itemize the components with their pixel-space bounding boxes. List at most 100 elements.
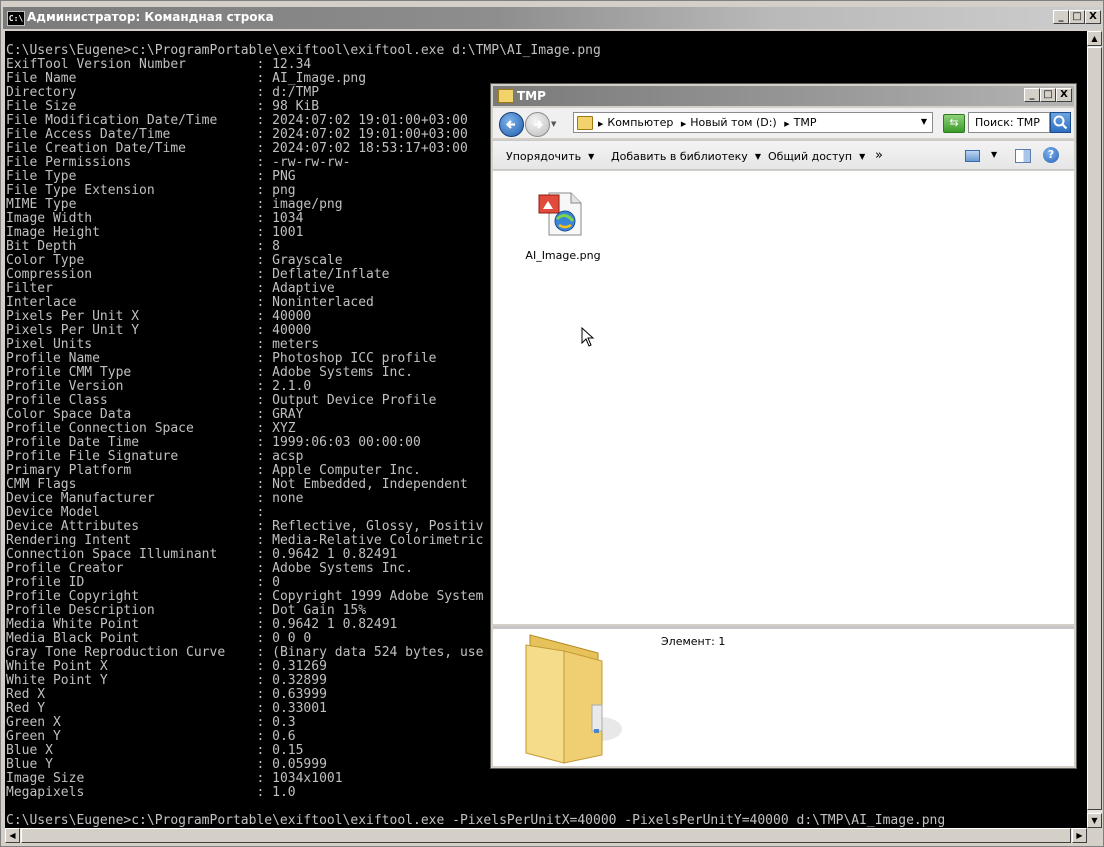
refresh-icon: ⇆ [949,116,959,129]
vertical-scroll-thumb[interactable] [1087,47,1102,810]
exif-key: Blue Y [6,757,53,772]
add-to-library-menu[interactable]: Добавить в библиотеку ▼ [611,150,761,163]
exif-row: File Name : AI_Image.png [6,71,366,86]
exif-row: Profile ID : 0 [6,575,280,590]
exif-key: Pixels Per Unit Y [6,323,140,338]
breadcrumb-separator-icon[interactable]: ▶ [681,120,686,128]
scroll-up-arrow-icon[interactable]: ▲ [1087,31,1102,46]
vertical-scrollbar[interactable]: ▲ ▼ [1087,31,1102,828]
help-icon[interactable]: ? [1043,147,1059,163]
exif-separator: : [217,113,273,128]
breadcrumb-root-arrow-icon[interactable]: ▶ [598,120,603,128]
exif-row: Device Model : [6,505,272,520]
exif-separator: : [139,435,273,450]
address-history-dropdown-icon[interactable]: ▼ [921,117,927,126]
exif-separator: : [60,729,273,744]
cmd-maximize-button[interactable]: □ [1069,10,1085,24]
scroll-left-arrow-icon[interactable]: ◀ [5,828,20,843]
horizontal-scrollbar[interactable]: ◀ ▶ [5,828,1087,843]
file-item[interactable]: AI_Image.png [521,189,605,279]
exif-row: File Permissions : -rw-rw-rw- [6,155,350,170]
exif-separator: : [84,785,273,800]
cmd-close-button[interactable]: X [1085,10,1101,24]
exif-key: File Name [6,71,77,86]
exif-key: Interlace [6,295,77,310]
view-options-chevron-icon[interactable]: ▼ [991,150,997,159]
exif-row: File Type : PNG [6,169,296,184]
explorer-maximize-button[interactable]: □ [1040,88,1056,102]
explorer-close-button[interactable]: X [1056,88,1072,102]
exif-separator: : [76,197,273,212]
exif-separator: : [217,547,273,562]
exif-row: Pixels Per Unit X : 40000 [6,309,311,324]
share-menu[interactable]: Общий доступ ▼ [768,150,865,163]
back-button[interactable] [499,112,524,137]
exif-separator: : [52,743,273,758]
exif-separator: : [139,323,273,338]
organize-label: Упорядочить [506,150,582,163]
exif-value: 0 [272,575,280,590]
exif-key: Red Y [6,701,46,716]
exif-key: Profile Copyright [6,589,140,604]
exif-value: 1001 [272,225,304,240]
exif-key: File Size [6,99,77,114]
exif-row: Profile Date Time : 1999:06:03 00:00:00 [6,435,421,450]
scroll-down-arrow-icon[interactable]: ▼ [1087,813,1102,828]
exif-row: Green X : 0.3 [6,715,296,730]
exif-value: 0.3 [272,715,296,730]
exif-value: 2024:07:02 19:01:00+03:00 [272,113,468,128]
breadcrumb-separator-icon[interactable]: ▶ [784,120,789,128]
more-commands-button[interactable]: » [875,148,883,163]
exif-key: CMM Flags [6,477,77,492]
cmd-minimize-button[interactable]: _ [1053,10,1069,24]
refresh-button[interactable]: ⇆ [943,114,965,133]
chevron-down-icon: ▼ [754,152,761,161]
exif-row: Profile Class : Output Device Profile [6,393,437,408]
preview-pane-icon[interactable] [1015,149,1031,163]
breadcrumb-tmp[interactable]: TMP [794,116,817,129]
horizontal-scroll-thumb[interactable] [21,828,1071,843]
scroll-right-arrow-icon[interactable]: ▶ [1072,828,1087,843]
exif-separator: : [76,71,273,86]
change-view-icon[interactable] [965,150,980,162]
exif-key: MIME Type [6,197,77,212]
search-button[interactable] [1050,112,1071,133]
details-pane: Элемент: 1 [493,626,1074,766]
exif-value: 1034 [272,211,304,226]
exif-key: Green X [6,715,61,730]
exif-value: 0.05999 [272,757,327,772]
cmd-title-bar[interactable]: C:\ Администратор: Командная строка _ □ … [3,7,1101,29]
recent-pages-chevron-icon[interactable]: ▼ [551,120,556,128]
exif-value: 0.32899 [272,673,327,688]
exif-separator: : [52,281,273,296]
exif-separator: : [186,57,273,72]
exif-separator: : [139,631,273,646]
exif-row: Image Width : 1034 [6,211,303,226]
add-to-library-label: Добавить в библиотеку [611,150,748,163]
address-bar[interactable]: ▶ Компьютер ▶ Новый том (D:) ▶ TMP ▼ [573,112,933,133]
explorer-title-bar[interactable]: TMP _ □ X [493,86,1074,106]
search-input[interactable]: Поиск: TMP [968,112,1050,133]
exif-row: Pixel Units : meters [6,337,319,352]
exif-key: Compression [6,267,93,282]
exif-key: Gray Tone Reproduction Curve [6,645,226,660]
exif-key: Color Type [6,253,85,268]
exif-separator: : [107,673,273,688]
forward-button[interactable] [525,112,550,137]
organize-menu[interactable]: Упорядочить ▼ [506,150,594,163]
exif-row: Pixels Per Unit Y : 40000 [6,323,311,338]
exif-separator: : [131,533,273,548]
exif-value: 2.1.0 [272,379,312,394]
exif-separator: : [60,715,273,730]
exif-row: Profile CMM Type : Adobe Systems Inc. [6,365,413,380]
back-arrow-icon [505,120,515,129]
exif-value: 0.15 [272,743,304,758]
exif-row: CMM Flags : Not Embedded, Independent [6,477,468,492]
navigation-bar: ▼ ▶ Компьютер ▶ Новый том (D:) ▶ TMP ▼ ⇆ По… [493,108,1074,138]
breadcrumb-volume-d[interactable]: Новый том (D:) [690,116,777,129]
exif-key: Blue X [6,743,53,758]
explorer-minimize-button[interactable]: _ [1024,88,1040,102]
breadcrumb-computer[interactable]: Компьютер [607,116,673,129]
file-list-pane[interactable]: AI_Image.png [493,171,1074,624]
exif-key: White Point X [6,659,108,674]
